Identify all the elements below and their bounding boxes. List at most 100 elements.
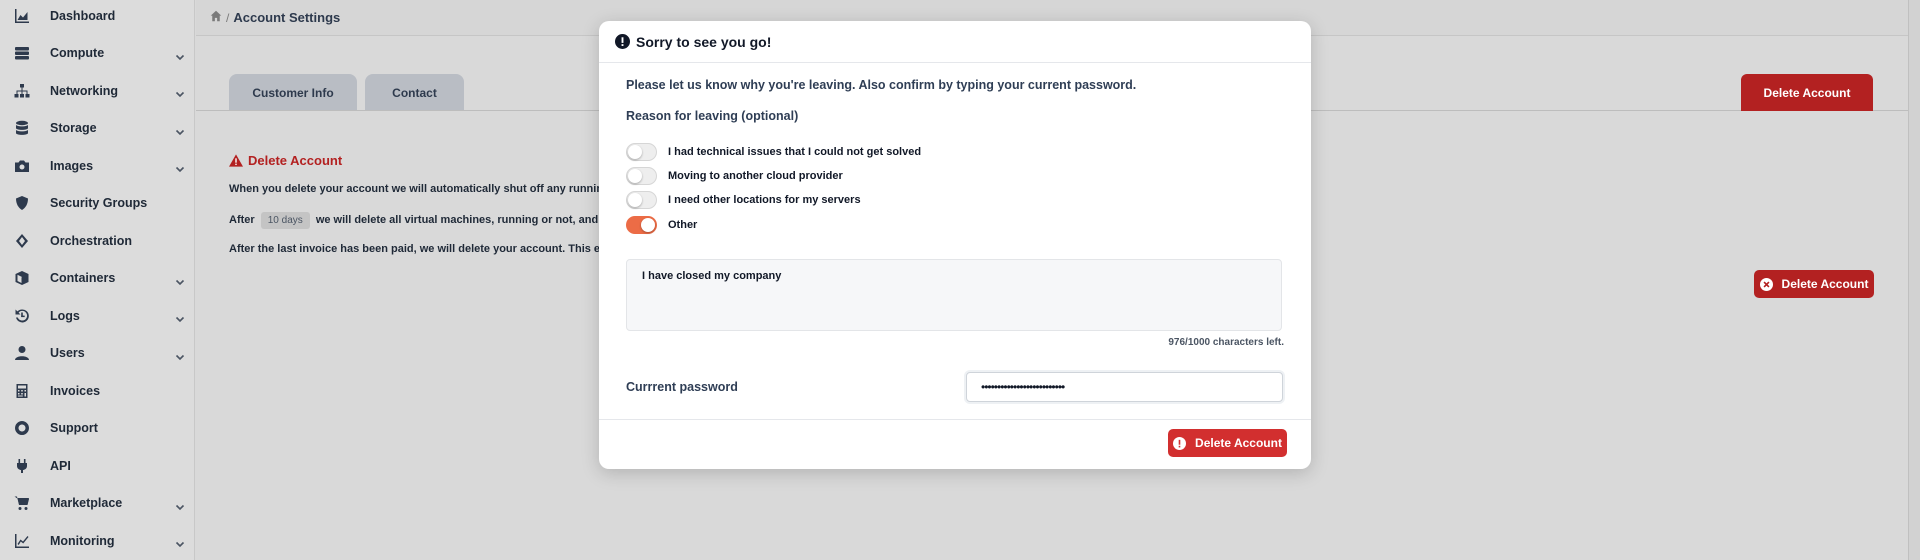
sidebar-item-label: Networking (50, 83, 119, 98)
breadcrumb: Account Settings (233, 10, 341, 25)
sidebar-item-label: Invoices (50, 383, 101, 398)
chevron-down-icon[interactable] (175, 161, 185, 173)
sidebar-item-images[interactable]: Images (0, 147, 195, 184)
sidebar-item-label: API (50, 458, 71, 473)
days-badge: 10 days (260, 212, 310, 229)
section-title-text: Delete Account (248, 153, 343, 168)
chart-line-icon (14, 533, 30, 549)
option-label: Other (668, 219, 698, 231)
sidebar-item-logs[interactable]: Logs (0, 297, 195, 334)
tab-customer-info[interactable]: Customer Info (229, 74, 357, 111)
sidebar-item-label: Storage (50, 121, 97, 135)
calculator-icon (14, 383, 30, 399)
shield-icon (14, 195, 30, 211)
sidebar-item-users[interactable]: Users (0, 335, 195, 372)
exclamation-circle-icon (1173, 436, 1187, 450)
chevron-down-icon[interactable] (175, 124, 185, 135)
exclamation-circle-icon (615, 34, 630, 49)
confirm-delete-button[interactable]: Delete Account (1168, 429, 1287, 457)
option-label: I need other locations for my servers (668, 194, 861, 206)
modal-intro: Please let us know why you're leaving. A… (626, 78, 1137, 92)
reason-comment-textarea[interactable] (626, 259, 1282, 331)
home-icon[interactable] (210, 9, 222, 27)
characters-left: 976/1000 characters left. (1168, 337, 1284, 348)
sidebar-item-label: Users (50, 346, 85, 360)
sidebar-item-label: Orchestration (50, 233, 132, 248)
option-other-locations[interactable]: I need other locations for my servers (626, 190, 861, 210)
user-icon (14, 345, 30, 361)
option-cloud-provider[interactable]: Moving to another cloud provider (626, 166, 843, 186)
database-icon (14, 120, 30, 136)
sidebar-item-api[interactable]: API (0, 447, 195, 484)
breadcrumb-separator: / (226, 10, 230, 25)
toggle-switch[interactable] (626, 143, 657, 161)
reason-label: Reason for leaving (optional) (626, 109, 799, 123)
chart-area-icon (14, 8, 30, 24)
modal-footer-divider (599, 419, 1311, 420)
toggle-switch[interactable] (626, 191, 657, 209)
paragraph-deletion-before: After (229, 214, 255, 226)
paragraph-invoice: After the last invoice has been paid, we… (229, 243, 645, 255)
chevron-down-icon[interactable] (175, 49, 185, 60)
sidebar-item-invoices[interactable]: Invoices (0, 372, 195, 409)
sidebar-item-monitoring[interactable]: Monitoring (0, 522, 195, 559)
delete-account-button-label: Delete Account (1781, 277, 1869, 291)
warning-icon (229, 154, 243, 167)
sidebar-item-label: Images (50, 158, 94, 173)
password-input[interactable] (966, 372, 1283, 402)
chevron-down-icon[interactable] (175, 536, 185, 548)
chevron-down-icon[interactable] (175, 86, 185, 98)
chevron-down-icon[interactable] (175, 311, 185, 323)
paragraph-shutoff: When you delete your account we will aut… (229, 183, 643, 195)
option-label: I had technical issues that I could not … (668, 146, 922, 158)
page-scrollbar[interactable] (1908, 0, 1920, 560)
orchestration-icon (14, 233, 30, 249)
sidebar-item-label: Security Groups (50, 196, 148, 210)
sidebar-item-label: Containers (50, 271, 116, 285)
chevron-down-icon[interactable] (175, 349, 185, 360)
password-label: Currrent password (626, 380, 738, 394)
sidebar-item-security-groups[interactable]: Security Groups (0, 185, 195, 222)
sidebar-item-label: Compute (50, 46, 105, 60)
sidebar-item-dashboard[interactable]: Dashboard (0, 0, 195, 34)
sidebar-item-label: Logs (50, 308, 80, 323)
sidebar-item-support[interactable]: Support (0, 410, 195, 447)
sidebar-item-compute[interactable]: Compute (0, 35, 195, 72)
modal-header: Sorry to see you go! (599, 21, 1311, 63)
confirm-delete-label: Delete Account (1195, 436, 1282, 450)
sitemap-icon (14, 83, 30, 99)
chevron-down-icon[interactable] (175, 499, 185, 510)
sidebar-item-label: Support (50, 421, 98, 435)
section-title: Delete Account (229, 153, 342, 168)
delete-account-button[interactable]: Delete Account (1754, 270, 1874, 298)
option-other[interactable]: Other (626, 215, 697, 235)
sidebar-item-networking[interactable]: Networking (0, 72, 195, 109)
modal-title: Sorry to see you go! (636, 33, 772, 50)
chevron-down-icon[interactable] (175, 274, 185, 285)
option-technical-issues[interactable]: I had technical issues that I could not … (626, 142, 921, 162)
sidebar-item-storage[interactable]: Storage (0, 110, 195, 147)
toggle-switch[interactable] (626, 167, 657, 185)
server-icon (14, 45, 30, 61)
tab-contact[interactable]: Contact (365, 74, 464, 111)
sidebar-item-label: Dashboard (50, 8, 116, 23)
delete-account-modal: Sorry to see you go! Please let us know … (599, 21, 1311, 469)
sidebar-item-label: Monitoring (50, 533, 115, 548)
cube-icon (14, 270, 30, 286)
cart-icon (14, 495, 30, 511)
sidebar-item-label: Marketplace (50, 496, 123, 510)
sidebar-item-marketplace[interactable]: Marketplace (0, 485, 195, 522)
paragraph-deletion: After 10 days we will delete all virtual… (229, 212, 644, 229)
sidebar-item-orchestration[interactable]: Orchestration (0, 222, 195, 259)
camera-icon (14, 158, 30, 174)
times-circle-icon (1759, 277, 1773, 291)
history-icon (14, 308, 30, 324)
paragraph-deletion-after: we will delete all virtual machines, run… (315, 214, 645, 226)
sidebar-item-containers[interactable]: Containers (0, 260, 195, 297)
plug-icon (14, 458, 30, 474)
life-ring-icon (14, 420, 30, 436)
sidebar: Dashboard Compute Networking Storage Images S… (0, 0, 195, 560)
option-label: Moving to another cloud provider (668, 170, 843, 182)
tab-delete-account[interactable]: Delete Account (1741, 74, 1873, 111)
toggle-switch[interactable] (626, 216, 657, 234)
